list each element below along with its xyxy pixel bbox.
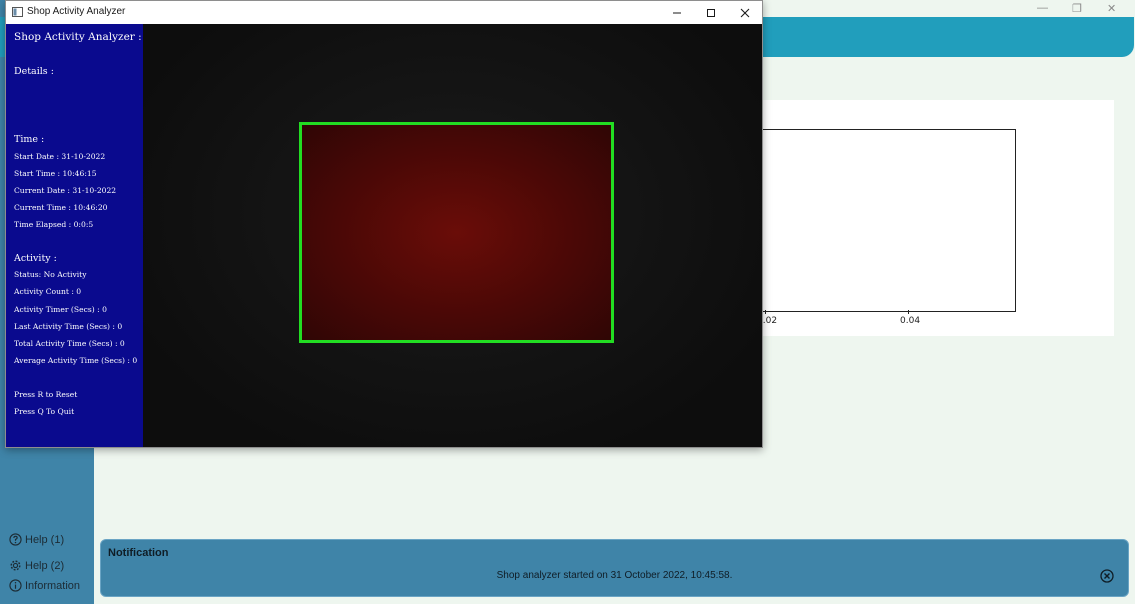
question-circle-icon bbox=[9, 533, 22, 546]
activity-label: Activity : bbox=[14, 253, 57, 264]
activity-timer: Activity Timer (Secs) : 0 bbox=[14, 305, 107, 314]
activity-region-box bbox=[299, 122, 614, 343]
total-activity-time: Total Activity Time (Secs) : 0 bbox=[14, 339, 125, 348]
panel-heading: Shop Activity Analyzer : bbox=[14, 31, 142, 43]
info-circle-icon bbox=[9, 579, 22, 592]
time-label: Time : bbox=[14, 134, 45, 145]
close-button[interactable] bbox=[728, 1, 762, 24]
reset-hint: Press R to Reset bbox=[14, 390, 78, 399]
notification-title: Notification bbox=[108, 547, 169, 559]
window-client-area: Shop Activity Analyzer : Details : Time … bbox=[6, 24, 762, 447]
close-circle-icon[interactable] bbox=[1100, 569, 1114, 583]
sidebar-item-label: Information bbox=[25, 579, 81, 592]
close-icon[interactable]: ✕ bbox=[1107, 2, 1116, 15]
sidebar-item-information[interactable]: Information bbox=[9, 579, 80, 592]
minimize-icon[interactable]: — bbox=[1037, 2, 1048, 14]
x-tick-label: 0.04 bbox=[900, 316, 921, 326]
maximize-icon bbox=[707, 8, 715, 17]
camera-feed bbox=[143, 24, 762, 447]
x-tick bbox=[765, 310, 766, 314]
start-time: Start Time : 10:46:15 bbox=[14, 169, 97, 178]
current-time: Current Time : 10:46:20 bbox=[14, 203, 108, 212]
x-tick bbox=[908, 310, 909, 314]
last-activity-time: Last Activity Time (Secs) : 0 bbox=[14, 322, 123, 331]
restore-icon[interactable]: ❐ bbox=[1072, 2, 1082, 15]
sidebar-item-label: Help (2) bbox=[25, 559, 65, 572]
time-elapsed: Time Elapsed : 0:0:5 bbox=[14, 220, 94, 229]
current-date: Current Date : 31-10-2022 bbox=[14, 186, 117, 195]
background-window-controls: — ❐ ✕ bbox=[1025, 0, 1135, 18]
activity-status: Status: No Activity bbox=[14, 270, 87, 279]
window-title: Shop Activity Analyzer bbox=[27, 6, 126, 17]
close-icon bbox=[740, 8, 750, 17]
info-panel: Shop Activity Analyzer : Details : Time … bbox=[6, 24, 143, 447]
details-label: Details : bbox=[14, 66, 54, 77]
activity-count: Activity Count : 0 bbox=[14, 287, 82, 296]
minimize-icon bbox=[673, 12, 681, 13]
sidebar-item-help-1[interactable]: Help (1) bbox=[9, 533, 64, 546]
notification-message: Shop analyzer started on 31 October 2022… bbox=[496, 570, 733, 581]
shop-activity-analyzer-window: Shop Activity Analyzer Shop Activity Ana… bbox=[5, 0, 763, 448]
start-date: Start Date : 31-10-2022 bbox=[14, 152, 106, 161]
sidebar-item-help-2[interactable]: Help (2) bbox=[9, 559, 64, 572]
window-titlebar[interactable]: Shop Activity Analyzer bbox=[6, 1, 762, 24]
maximize-button[interactable] bbox=[694, 1, 728, 24]
plot-axes-frame bbox=[760, 129, 1016, 312]
notification-panel: Notification Shop analyzer started on 31… bbox=[100, 539, 1129, 597]
quit-hint: Press Q To Quit bbox=[14, 407, 75, 416]
average-activity-time: Average Activity Time (Secs) : 0 bbox=[14, 356, 138, 365]
app-window-icon bbox=[12, 7, 23, 17]
gear-icon bbox=[10, 560, 21, 571]
sidebar-item-label: Help (1) bbox=[25, 533, 65, 546]
minimize-button[interactable] bbox=[660, 1, 694, 24]
